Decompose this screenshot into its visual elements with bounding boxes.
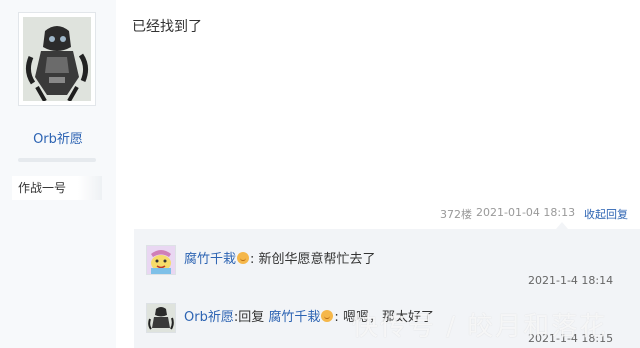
reply-box-arrow [556,222,568,229]
reply-time: 2021-1-4 18:14 [528,274,614,287]
reply-target-link[interactable]: 腐竹千栽 [268,310,320,325]
collapse-replies-link[interactable]: 收起回复 [584,206,628,222]
reply-line: 腐竹千栽: 新创华愿意帮忙去了 [184,248,376,267]
colon-separator: : [250,252,255,267]
robot-figure-icon [147,304,175,332]
author-avatar[interactable] [18,12,96,106]
watermark-text: 快传号 / 皎月和落花 [352,312,608,342]
reply-user-link[interactable]: Orb祈愿 [184,310,234,325]
author-name-link[interactable]: Orb祈愿 [0,128,116,147]
avatar-image [23,17,91,101]
title-badge-fade [78,176,102,200]
smile-emoji-icon [237,252,250,264]
floor-number: 372楼 [440,208,472,221]
author-sidebar: Orb祈愿 作战一号 [0,0,116,348]
level-bar [18,158,96,162]
cartoon-avatar-icon [147,246,175,274]
post-content: 已经找到了 [132,19,202,35]
smile-emoji-icon [321,310,334,322]
reply-word: 回复 [238,310,265,325]
reply-user-link[interactable]: 腐竹千栽 [184,252,236,267]
reply-text: 新创华愿意帮忙去了 [258,252,376,267]
robot-figure-icon [23,17,91,101]
post-datetime: 2021-01-04 18:13 [476,206,576,219]
colon-separator: : [334,310,339,325]
reply-avatar[interactable] [146,303,176,333]
reply-avatar[interactable] [146,245,176,275]
